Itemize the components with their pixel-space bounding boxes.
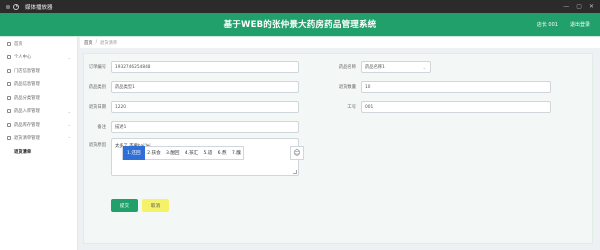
sidebar-item-label: 药品入库管理: [14, 109, 40, 115]
emoji-icon[interactable]: ☺: [290, 146, 304, 160]
chevron-down-icon: ⌄: [67, 122, 71, 128]
cancel-button[interactable]: 取消: [142, 199, 169, 212]
return-reason-label: 退货原因: [88, 143, 106, 148]
chevron-down-icon: ⌄: [422, 65, 426, 70]
ime-candidate[interactable]: 6.熬: [215, 150, 229, 156]
breadcrumb-current: 退货清单: [100, 40, 118, 46]
window-menu-icon[interactable]: [6, 4, 10, 9]
ime-candidate[interactable]: 4.孩汇: [182, 150, 201, 156]
ime-candidate[interactable]: 5.适: [201, 150, 215, 156]
return-qty-label: 退货数量: [338, 85, 356, 90]
media-player-icon: [13, 3, 19, 10]
chevron-up-icon: ⌃: [67, 135, 71, 141]
sidebar-item-returns[interactable]: 退货清单管理 ⌃: [0, 132, 77, 146]
window-controls: — ▢ ✕: [563, 0, 594, 13]
drug-category-label: 药品类别: [88, 85, 106, 90]
window-title: 媒体播放器: [25, 4, 53, 11]
sidebar-item-stock[interactable]: 药品库存管理 ⌄: [0, 118, 77, 132]
staff-no-field[interactable]: 001: [361, 101, 551, 113]
sidebar-item-label: 药品信息管理: [14, 82, 40, 88]
app-title: 基于WEB的张仲景大药房药品管理系统: [223, 20, 377, 30]
sidebar-item-label: 首页: [14, 41, 23, 47]
return-date-field[interactable]: 1220: [111, 101, 299, 113]
user-icon: [7, 55, 11, 60]
ime-candidate[interactable]: 2.孩会: [145, 150, 164, 156]
submit-button[interactable]: 提交: [111, 199, 138, 212]
resize-handle-icon[interactable]: [293, 170, 297, 174]
drug-category-field[interactable]: 药品类型1: [111, 81, 299, 93]
order-no-field[interactable]: 1932746254848: [111, 61, 299, 73]
sidebar: 首页 个人中心 ⌄ 门店信息管理 药品信息管理 药品分类管理 药品入库管理 ⌄ …: [0, 37, 78, 250]
sidebar-item-label: 退货清单管理: [14, 136, 40, 142]
close-icon[interactable]: ✕: [589, 3, 594, 10]
store-icon: [7, 68, 11, 73]
return-date-label: 退货日期: [88, 105, 106, 110]
sidebar-item-store[interactable]: 门店信息管理: [0, 64, 77, 78]
ime-candidate[interactable]: 3.酣回: [163, 150, 182, 156]
ime-candidate[interactable]: 1.还回: [123, 146, 145, 160]
app-header: 基于WEB的张仲景大药房药品管理系统 店长 001 退出登录: [0, 13, 600, 36]
breadcrumb-separator: /: [95, 40, 98, 45]
return-qty-field[interactable]: 10: [361, 81, 551, 93]
ime-candidate[interactable]: 7.醜: [229, 150, 243, 156]
return-icon: [7, 136, 11, 141]
chevron-down-icon: ⌄: [67, 54, 71, 60]
stock-icon: [7, 122, 11, 127]
breadcrumb-home[interactable]: 首页: [84, 40, 93, 46]
home-icon: [7, 41, 11, 46]
sidebar-item-label: 个人中心: [14, 55, 32, 61]
sidebar-subitem-return-list[interactable]: 退货清单: [0, 145, 77, 159]
pill-icon: [7, 82, 11, 87]
sidebar-item-label: 退货清单: [14, 149, 32, 155]
staff-no-label: 工号: [347, 105, 356, 110]
main-content: 首页 / 退货清单 订单编号 1932746254848 药品名称 药品名称1 …: [80, 37, 600, 250]
chevron-down-icon: ⌄: [67, 108, 71, 114]
sidebar-item-label: 药品库存管理: [14, 122, 40, 128]
ime-candidate-bar: 1.还回 2.孩会 3.酣回 4.孩汇 5.适 6.熬 7.醜: [122, 146, 245, 160]
category-icon: [7, 95, 11, 100]
sidebar-item-inbound[interactable]: 药品入库管理 ⌄: [0, 105, 77, 119]
current-user: 店长 001: [536, 22, 558, 28]
sidebar-item-home[interactable]: 首页: [0, 37, 77, 51]
titlebar-left: 媒体播放器: [0, 3, 53, 11]
drug-name-select-value: 药品名称1: [365, 65, 385, 70]
sidebar-item-drug-category[interactable]: 药品分类管理: [0, 91, 77, 105]
sidebar-item-label: 门店信息管理: [14, 68, 40, 74]
sidebar-item-drug-info[interactable]: 药品信息管理: [0, 78, 77, 92]
window-titlebar: 媒体播放器 — ▢ ✕: [0, 0, 600, 13]
maximize-icon[interactable]: ▢: [576, 3, 582, 10]
drug-name-select-label: 药品名称: [338, 65, 356, 70]
drug-name-select[interactable]: 药品名称1 ⌄: [361, 61, 431, 73]
remark-label: 备注: [97, 125, 106, 130]
sidebar-item-label: 药品分类管理: [14, 95, 40, 101]
logout-link[interactable]: 退出登录: [570, 21, 590, 28]
inbound-icon: [7, 109, 11, 114]
sidebar-item-profile[interactable]: 个人中心 ⌄: [0, 51, 77, 65]
remark-field[interactable]: 描述1: [111, 121, 299, 133]
header-user-area: 店长 001 退出登录: [537, 21, 590, 28]
minimize-icon[interactable]: —: [563, 3, 569, 10]
order-no-label: 订单编号: [88, 65, 106, 70]
breadcrumb: 首页 / 退货清单: [80, 37, 600, 48]
